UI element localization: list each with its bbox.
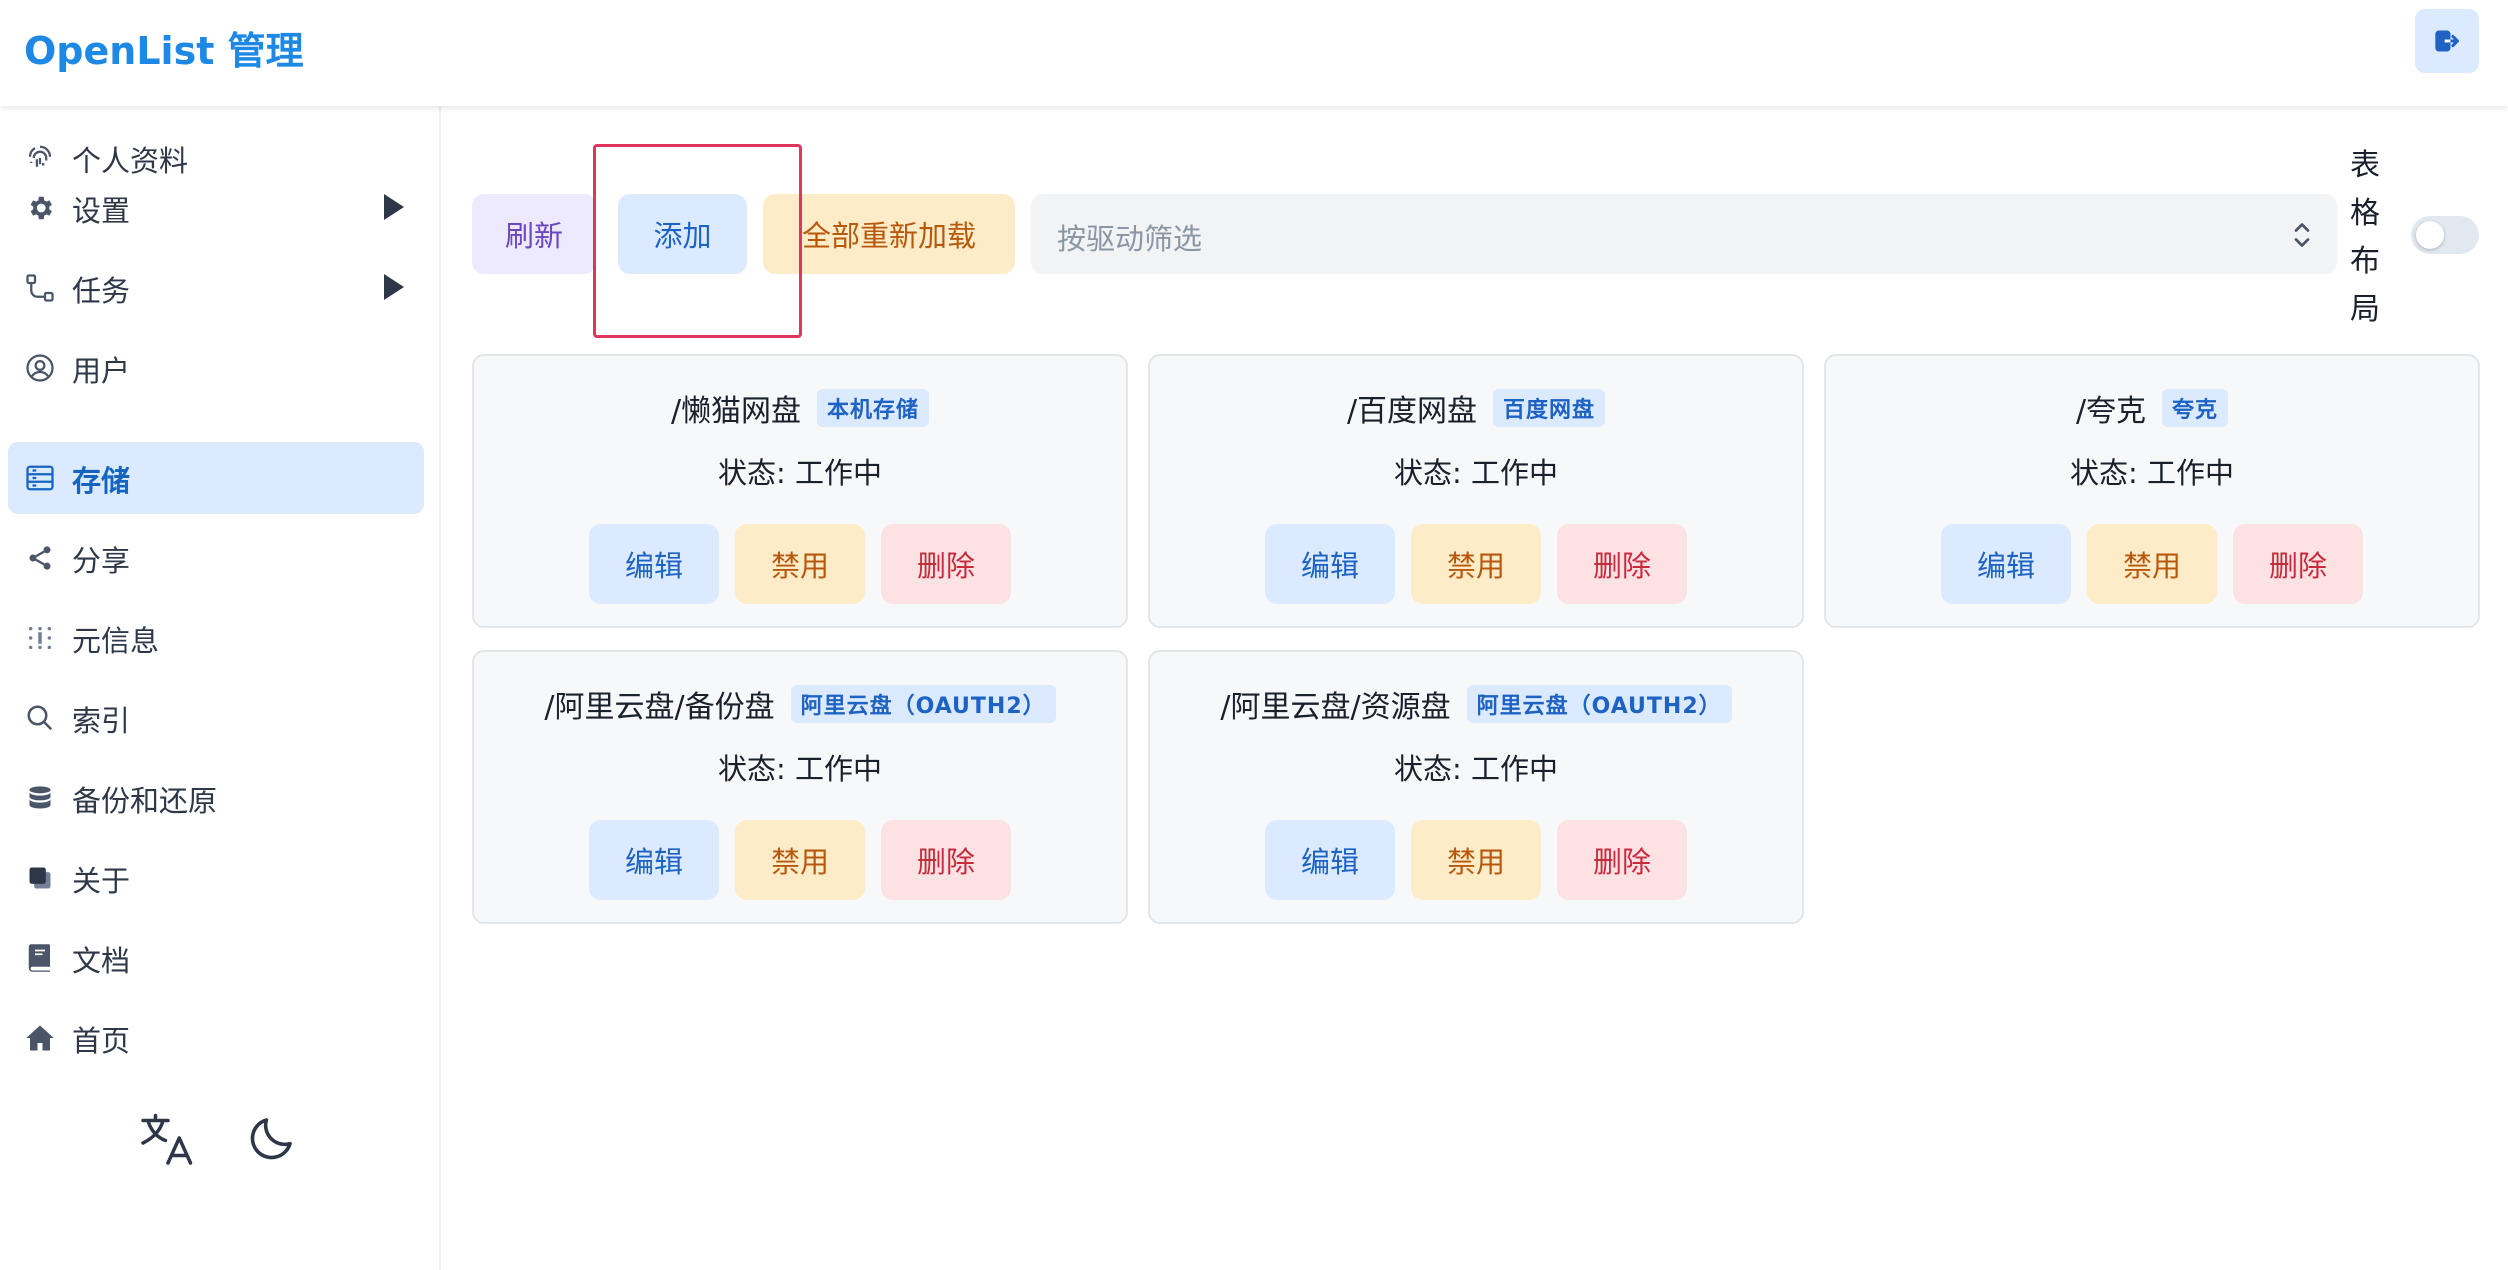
driver-badge: 百度网盘 — [1493, 389, 1606, 427]
sidebar-footer — [136, 1106, 304, 1170]
disable-button[interactable]: 禁用 — [1411, 524, 1541, 604]
language-switch-button[interactable] — [136, 1106, 200, 1170]
sidebar-item-home[interactable]: 首页 — [8, 1002, 424, 1074]
sidebar-item-docs[interactable]: 文档 — [8, 922, 424, 994]
sidebar-item-label: 首页 — [72, 1024, 131, 1058]
sidebar-item-share[interactable]: 分享 — [8, 522, 424, 594]
storage-status: 状态: 工作中 — [718, 456, 882, 490]
sidebar-item-label: 任务 — [72, 274, 131, 308]
home-icon — [24, 1022, 56, 1054]
disable-button[interactable]: 禁用 — [1411, 820, 1541, 900]
storage-status: 状态: 工作中 — [2070, 456, 2234, 490]
disable-button[interactable]: 禁用 — [2087, 524, 2217, 604]
storage-card: /阿里云盘/资源盘 阿里云盘（OAUTH2） 状态: 工作中 编辑 禁用 删除 — [1148, 650, 1804, 924]
delete-button[interactable]: 删除 — [1557, 524, 1687, 604]
sidebar-item-label: 文档 — [72, 944, 131, 978]
expand-arrow-icon — [384, 274, 404, 300]
add-button[interactable]: 添加 — [618, 194, 747, 274]
table-layout-label: 表 格 布 局 — [2345, 142, 2385, 334]
table-layout-toggle[interactable] — [2411, 216, 2479, 254]
logout-button[interactable] — [2415, 9, 2479, 73]
storage-icon — [24, 462, 56, 494]
sidebar-item-label: 设置 — [72, 194, 131, 228]
user-circle-icon — [24, 352, 56, 384]
delete-button[interactable]: 删除 — [881, 524, 1011, 604]
storage-status: 状态: 工作中 — [718, 752, 882, 786]
main-content: 刷新 添加 全部重新加载 按驱动筛选 表 格 布 局 /懒猫网盘 本机存储 状态… — [441, 106, 2508, 1270]
disable-button[interactable]: 禁用 — [735, 524, 865, 604]
storage-path: /百度网盘 — [1346, 394, 1478, 429]
database-icon — [24, 782, 56, 814]
driver-filter-placeholder: 按驱动筛选 — [1057, 222, 1203, 256]
toggle-knob — [2416, 221, 2444, 249]
sidebar-item-label: 关于 — [72, 864, 131, 898]
book-icon — [24, 942, 56, 974]
storage-path: /阿里云盘/备份盘 — [544, 690, 775, 725]
moon-icon — [250, 1118, 292, 1160]
app-title: OpenList 管理 — [24, 29, 304, 73]
layout-label-char: 局 — [2350, 292, 2380, 327]
storage-card: /夸克 夸克 状态: 工作中 编辑 禁用 删除 — [1824, 354, 2480, 628]
driver-badge: 阿里云盘（OAUTH2） — [790, 685, 1056, 723]
driver-filter-select[interactable]: 按驱动筛选 — [1031, 194, 2337, 274]
sidebar-item-label: 元信息 — [72, 624, 160, 658]
metadata-icon — [24, 622, 56, 654]
workflow-icon — [24, 272, 56, 304]
search-icon — [24, 702, 56, 734]
storage-card: /懒猫网盘 本机存储 状态: 工作中 编辑 禁用 删除 — [472, 354, 1128, 628]
fingerprint-icon — [24, 142, 56, 174]
storage-status: 状态: 工作中 — [1394, 456, 1558, 490]
reload-all-button[interactable]: 全部重新加载 — [763, 194, 1015, 274]
copy-icon — [24, 862, 56, 894]
edit-button[interactable]: 编辑 — [1941, 524, 2071, 604]
edit-button[interactable]: 编辑 — [589, 820, 719, 900]
expand-arrow-icon — [384, 194, 404, 220]
sidebar-item-label: 索引 — [72, 704, 131, 738]
edit-button[interactable]: 编辑 — [1265, 524, 1395, 604]
theme-toggle-button[interactable] — [240, 1106, 304, 1170]
share-icon — [24, 542, 56, 574]
storage-card: /百度网盘 百度网盘 状态: 工作中 编辑 禁用 删除 — [1148, 354, 1804, 628]
top-header: OpenList 管理 — [0, 0, 2508, 106]
storage-status: 状态: 工作中 — [1394, 752, 1558, 786]
sidebar: 个人资料 设置 任务 用户 存储 分享 元信息 索引 备份和还原 关于 文档 首… — [0, 106, 441, 1270]
layout-label-char: 表 — [2350, 148, 2380, 183]
sidebar-item-label: 分享 — [72, 544, 131, 578]
edit-button[interactable]: 编辑 — [1265, 820, 1395, 900]
storage-path: /懒猫网盘 — [670, 394, 802, 429]
sidebar-item-label: 备份和还原 — [72, 784, 218, 818]
sidebar-item-index[interactable]: 索引 — [8, 682, 424, 754]
delete-button[interactable]: 删除 — [881, 820, 1011, 900]
disable-button[interactable]: 禁用 — [735, 820, 865, 900]
translate-icon — [141, 1113, 193, 1165]
delete-button[interactable]: 删除 — [2233, 524, 2363, 604]
gear-icon — [24, 192, 56, 224]
sidebar-item-backup[interactable]: 备份和还原 — [8, 762, 424, 834]
logout-icon — [2435, 30, 2459, 52]
driver-badge: 本机存储 — [817, 389, 930, 427]
delete-button[interactable]: 删除 — [1557, 820, 1687, 900]
sidebar-item-tasks[interactable]: 任务 — [8, 252, 424, 324]
edit-button[interactable]: 编辑 — [589, 524, 719, 604]
driver-badge: 夸克 — [2162, 389, 2229, 427]
sidebar-item-metadata[interactable]: 元信息 — [8, 602, 424, 674]
layout-label-char: 布 — [2350, 244, 2380, 279]
sidebar-item-label: 存储 — [72, 464, 131, 498]
storage-path: /夸克 — [2075, 394, 2147, 429]
storage-card: /阿里云盘/备份盘 阿里云盘（OAUTH2） 状态: 工作中 编辑 禁用 删除 — [472, 650, 1128, 924]
sidebar-item-label: 用户 — [72, 354, 131, 388]
refresh-button[interactable]: 刷新 — [472, 194, 596, 274]
sidebar-item-about[interactable]: 关于 — [8, 842, 424, 914]
driver-badge: 阿里云盘（OAUTH2） — [1466, 685, 1732, 723]
sidebar-item-storage[interactable]: 存储 — [8, 442, 424, 514]
sidebar-item-users[interactable]: 用户 — [8, 332, 424, 404]
sidebar-item-settings[interactable]: 设置 — [8, 172, 424, 244]
storage-path: /阿里云盘/资源盘 — [1220, 690, 1451, 725]
layout-label-char: 格 — [2350, 196, 2380, 231]
select-caret-icon — [2294, 223, 2310, 247]
